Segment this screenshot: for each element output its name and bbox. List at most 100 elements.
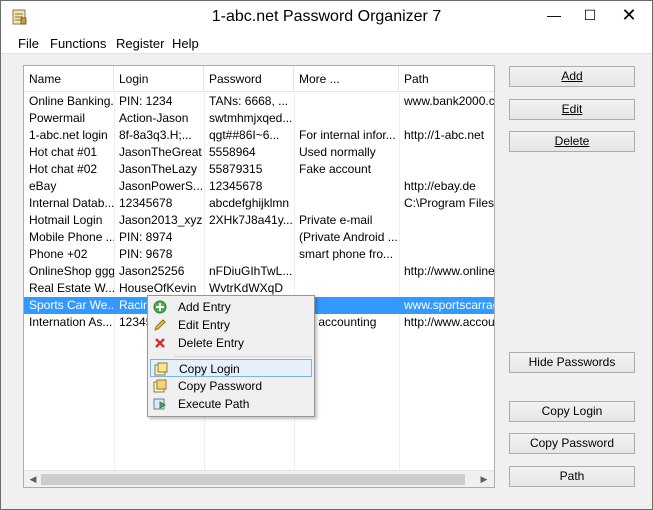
cell-login: 8f-8a3q3.H;... [119, 128, 192, 142]
add-icon [153, 300, 167, 314]
edit-button-label: Edit [561, 102, 583, 116]
table-row[interactable]: Powermail Action-Jason swtmhmjxqed... [24, 110, 494, 127]
cell-name: Hot chat #01 [29, 145, 98, 159]
cell-name: Internal Datab... [29, 196, 114, 210]
table-row[interactable]: Hot chat #01 JasonTheGreat 5558964 Used nor… [24, 144, 494, 161]
cell-name: Powermail [29, 111, 86, 125]
table-row[interactable]: OnlineShop ggg Jason25256 nFDiuGIhTwL... ht… [24, 263, 494, 280]
cell-more [294, 195, 399, 212]
cell-path [399, 212, 494, 229]
table-row[interactable]: eBay JasonPowerS... 12345678 http://ebay.de [24, 178, 494, 195]
cell-name: Online Banking... [29, 94, 114, 108]
cell-password: swtmhmjxqed... [209, 111, 293, 125]
cell-password: qgt##86I~6... [209, 128, 280, 142]
context-delete-entry-label: Delete Entry [178, 336, 245, 350]
close-button[interactable]: ✕ [607, 1, 651, 29]
menu-functions[interactable]: Functions [50, 36, 106, 51]
copy-login-button[interactable]: Copy Login [509, 401, 635, 422]
context-copy-login[interactable]: Copy Login [150, 359, 312, 377]
column-header-more[interactable]: More ... [294, 66, 399, 92]
pencil-icon [154, 319, 166, 331]
cell-more: For internal infor... [299, 128, 396, 142]
cell-password: 5558964 [209, 145, 256, 159]
table-row[interactable]: Hotmail Login Jason2013_xyz 2XHk7J8a41y...… [24, 212, 494, 229]
edit-button[interactable]: Edit [509, 99, 635, 120]
cell-path [399, 246, 494, 263]
table-row[interactable]: Internal Datab... 12345678 abcdefghijklmn C… [24, 195, 494, 212]
cell-name: Internation As... [29, 315, 113, 329]
add-button-label: Add [561, 69, 583, 83]
table-row[interactable]: Phone +02 PIN: 9678 smart phone fro... [24, 246, 494, 263]
add-button[interactable]: Add [509, 66, 635, 87]
cell-name: eBay [29, 179, 57, 193]
cell-name: Sports Car We... [29, 298, 114, 312]
delete-x-icon [155, 338, 165, 348]
cell-path: http://www.online [404, 264, 495, 278]
copy-login-icon [154, 362, 168, 376]
cell-more: smart phone fro... [299, 247, 394, 261]
context-separator [174, 356, 312, 357]
cell-more [294, 93, 399, 110]
app-window: 1-abc.net Password Organizer 7 — ☐ ✕ Fil… [0, 0, 653, 510]
menu-bar: File Functions Register Help [1, 32, 652, 54]
cell-path: C:\Program Files\D [404, 196, 495, 210]
cell-name: 1-abc.net login [29, 128, 108, 142]
delete-button[interactable]: Delete [509, 131, 635, 152]
cell-login: Action-Jason [119, 111, 189, 125]
horizontal-scrollbar[interactable]: ◀ ▶ [24, 470, 494, 487]
table-row[interactable]: Online Banking... PIN: 1234 TANs: 6668, ..… [24, 93, 494, 110]
column-header-login[interactable]: Login [114, 66, 204, 92]
context-edit-entry[interactable]: Edit Entry [150, 316, 312, 334]
column-header-password[interactable]: Password [204, 66, 294, 92]
path-button[interactable]: Path [509, 466, 635, 487]
cell-login: Jason2013_xyz [119, 213, 203, 227]
table-row[interactable]: 1-abc.net login 8f-8a3q3.H;... qgt##86I~6.… [24, 127, 494, 144]
column-header-path[interactable]: Path [399, 66, 494, 92]
cell-more: (Private Android ... [299, 230, 398, 244]
cell-path [399, 229, 494, 246]
cell-name: Real Estate W... [29, 281, 114, 295]
table-row[interactable]: Mobile Phone ... PIN: 8974 (Private Androi… [24, 229, 494, 246]
context-copy-password[interactable]: Copy Password [150, 377, 312, 395]
copy-password-button[interactable]: Copy Password [509, 433, 635, 454]
context-execute-path[interactable]: Execute Path [150, 395, 312, 413]
execute-path-icon [153, 398, 166, 410]
table-row[interactable]: Hot chat #02 JasonTheLazy 55879315 Fake acc… [24, 161, 494, 178]
menu-register[interactable]: Register [116, 36, 164, 51]
password-list[interactable]: Name Login Password More ... Path Online… [23, 65, 495, 488]
context-add-entry[interactable]: Add Entry [150, 298, 312, 316]
cell-password: 12345678 [209, 179, 263, 193]
cell-password: 2XHk7J8a41y... [209, 213, 293, 227]
cell-login: PIN: 9678 [119, 247, 173, 261]
delete-button-label: Delete [554, 134, 590, 148]
context-copy-login-label: Copy Login [179, 362, 240, 376]
context-execute-path-label: Execute Path [178, 397, 250, 411]
cell-path [399, 280, 494, 297]
cell-path [399, 110, 494, 127]
cell-path: www.bank2000.co [404, 94, 495, 108]
cell-password [204, 246, 294, 263]
cell-more [294, 263, 399, 280]
context-delete-entry[interactable]: Delete Entry [150, 334, 312, 352]
cell-login: PIN: 1234 [119, 94, 173, 108]
hide-passwords-button[interactable]: Hide Passwords [509, 352, 635, 373]
menu-file[interactable]: File [18, 36, 39, 51]
cell-path [399, 144, 494, 161]
cell-password: 55879315 [209, 162, 263, 176]
cell-path [399, 161, 494, 178]
cell-more: Private e-mail [299, 213, 373, 227]
title-bar[interactable]: 1-abc.net Password Organizer 7 — ☐ ✕ [1, 1, 652, 32]
menu-help[interactable]: Help [172, 36, 199, 51]
scroll-left-icon[interactable]: ◀ [26, 473, 40, 485]
cell-password: abcdefghijklmn [209, 196, 290, 210]
cell-password [204, 229, 294, 246]
cell-name: Phone +02 [29, 247, 88, 261]
scroll-right-icon[interactable]: ▶ [477, 473, 491, 485]
cell-login: PIN: 8974 [119, 230, 173, 244]
cell-more: Used normally [299, 145, 376, 159]
minimize-button[interactable]: — [536, 1, 572, 29]
cell-more: Fake account [299, 162, 372, 176]
scroll-thumb[interactable] [41, 474, 465, 485]
column-header-name[interactable]: Name [24, 66, 114, 92]
maximize-button[interactable]: ☐ [572, 1, 608, 29]
